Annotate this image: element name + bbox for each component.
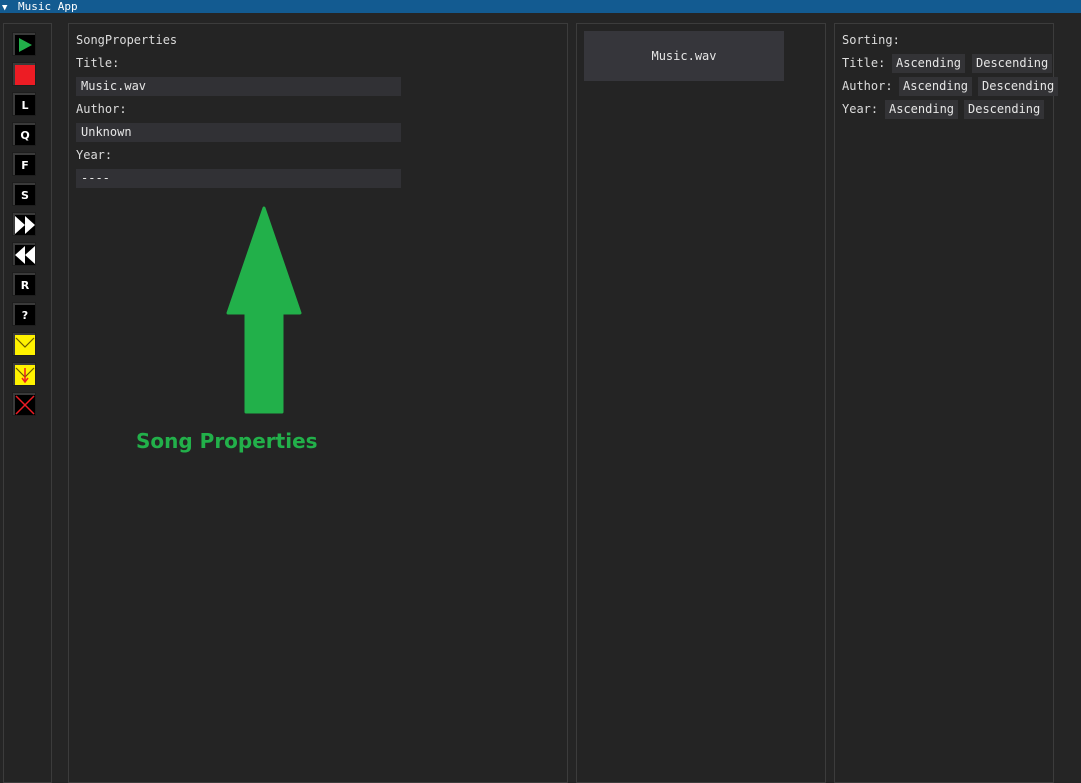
letter-s-icon: S <box>15 185 35 205</box>
sorting-panel: Sorting: Title: Ascending Descending Aut… <box>834 23 1059 783</box>
song-list-panel: Music.wav <box>576 23 826 783</box>
year-label: Year: <box>76 148 113 162</box>
stop-button[interactable] <box>12 62 36 86</box>
toolbar-panel: L Q F S R ? <box>3 23 52 783</box>
song-list-item[interactable]: Music.wav <box>584 31 784 81</box>
sort-title-label: Title: <box>842 56 886 70</box>
repeat-button[interactable]: R <box>12 272 36 296</box>
sort-title-descending-button[interactable]: Descending <box>972 54 1053 73</box>
letter-r-icon: R <box>15 275 35 295</box>
sort-year-descending-button[interactable]: Descending <box>964 100 1045 119</box>
fast-forward-button[interactable] <box>12 212 36 236</box>
collapse-arrow-icon[interactable]: ▼ <box>2 2 10 15</box>
sort-author-ascending-button[interactable]: Ascending <box>899 77 973 96</box>
letter-f-icon: F <box>15 155 35 175</box>
help-button[interactable]: ? <box>12 302 36 326</box>
sort-author-label: Author: <box>842 79 893 93</box>
author-field[interactable]: Unknown <box>76 123 401 142</box>
song-list-item-label: Music.wav <box>651 49 717 63</box>
close-button[interactable] <box>12 392 36 416</box>
sort-title-ascending-button[interactable]: Ascending <box>892 54 966 73</box>
envelope-icon <box>15 335 35 355</box>
sort-author-descending-button[interactable]: Descending <box>978 77 1059 96</box>
envelope-arrow-icon <box>15 365 35 385</box>
title-label: Title: <box>76 56 120 70</box>
letter-l-icon: L <box>15 95 35 115</box>
close-x-icon <box>15 395 35 415</box>
window-titlebar[interactable]: ▼ Music App <box>0 0 1081 13</box>
mail-button[interactable] <box>12 332 36 356</box>
fast-forward-icon <box>15 215 35 235</box>
play-icon <box>15 35 35 55</box>
load-button[interactable]: L <box>12 92 36 116</box>
title-field[interactable]: Music.wav <box>76 77 401 96</box>
save-button[interactable]: S <box>12 182 36 206</box>
rewind-button[interactable] <box>12 242 36 266</box>
year-field[interactable]: ---- <box>76 169 401 188</box>
sorting-heading: Sorting: <box>842 33 900 47</box>
window-title: Music App <box>18 0 78 13</box>
mail-download-button[interactable] <box>12 362 36 386</box>
song-properties-panel: SongProperties Title: Music.wav Author: … <box>68 23 568 783</box>
sort-year-label: Year: <box>842 102 879 116</box>
queue-button[interactable]: Q <box>12 122 36 146</box>
author-label: Author: <box>76 102 127 116</box>
play-button[interactable] <box>12 32 36 56</box>
question-icon: ? <box>15 305 35 325</box>
up-arrow-icon <box>226 206 302 414</box>
sort-year-ascending-button[interactable]: Ascending <box>885 100 959 119</box>
letter-q-icon: Q <box>15 125 35 145</box>
properties-heading: SongProperties <box>76 33 178 47</box>
file-button[interactable]: F <box>12 152 36 176</box>
rewind-icon <box>15 245 35 265</box>
stop-icon <box>15 65 35 85</box>
song-properties-annotation: Song Properties <box>136 429 318 453</box>
